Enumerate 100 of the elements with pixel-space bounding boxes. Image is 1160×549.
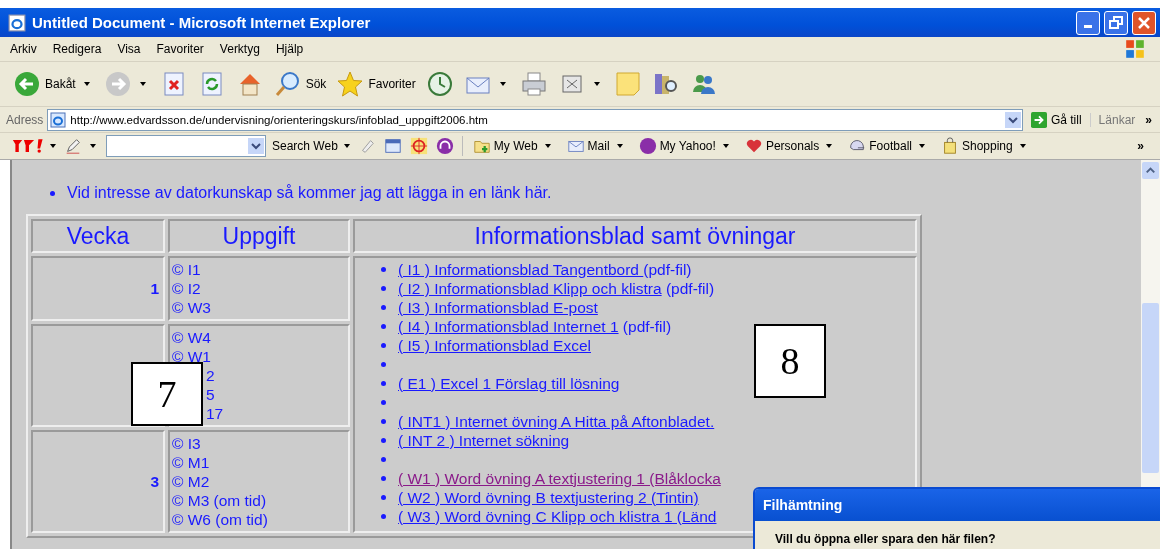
intro-text: Vid intresse av datorkunskap så kommer jag att lägga in en länk här. — [67, 184, 552, 202]
close-button[interactable] — [1132, 10, 1156, 35]
dropdown-caret-icon — [721, 142, 730, 150]
bullet-icon — [381, 400, 386, 405]
column-header: Uppgift — [168, 219, 350, 253]
dropdown-caret-icon — [615, 142, 624, 150]
document-link[interactable]: ( I4 ) Informationsblad Internet 1 — [398, 317, 619, 335]
week-number: 3 — [150, 472, 159, 490]
dialog-question: Vill du öppna eller spara den här filen? — [775, 532, 996, 546]
address-label: Adress — [6, 112, 44, 127]
dropdown-caret-icon — [1018, 142, 1027, 150]
circle-icon — [638, 137, 657, 155]
menu-item[interactable]: Hjälp — [275, 42, 304, 56]
minimize-button[interactable] — [1076, 10, 1100, 35]
document-link[interactable]: ( I5 ) Informationsblad Excel — [398, 336, 591, 354]
sticky-note-icon — [613, 70, 642, 98]
document-link[interactable]: ( W1 ) Word övning A textjustering 1 (Blåklocka — [398, 469, 721, 487]
bullet-icon — [381, 267, 386, 272]
task-link[interactable]: © I2 — [172, 279, 201, 298]
column-header: Informationsblad samt övningar — [353, 219, 917, 253]
menu-item[interactable]: Verktyg — [219, 42, 260, 56]
window-title: Untitled Document - Microsoft Internet Explorer — [32, 14, 372, 31]
headphones-icon — [435, 137, 454, 155]
bullet-icon — [381, 343, 386, 348]
star-icon — [336, 70, 365, 98]
task-link[interactable]: © W3 — [172, 298, 211, 317]
minimize-icon — [1084, 25, 1092, 28]
bullet-icon — [381, 457, 386, 462]
bullet-icon — [381, 514, 386, 519]
address-field[interactable]: http://www.edvardsson.de/undervisning/orienteringskurs/infoblad_uppgift2006.htm — [47, 108, 1023, 131]
windows-flag-icon — [1124, 38, 1146, 60]
dropdown-caret-icon — [543, 142, 552, 150]
restore-button[interactable] — [1104, 10, 1128, 35]
menu-item[interactable]: Redigera — [52, 42, 102, 56]
document-link[interactable]: ( W2 ) Word övning B textjustering 2 (Tintin) — [398, 488, 699, 506]
document-link[interactable]: ( I2 ) Informationsblad Klipp och klistra — [398, 279, 662, 297]
menu-item[interactable]: Visa — [117, 42, 141, 56]
page-icon — [50, 111, 67, 128]
document-link[interactable]: ( INT1 ) Internet övning A Hitta på Aftonbladet. — [398, 412, 715, 430]
links-label[interactable]: Länkar — [1089, 112, 1136, 127]
dialog-title: Filhämtning — [755, 489, 1160, 521]
dropdown-caret-icon — [917, 142, 926, 150]
clock-icon — [425, 70, 454, 98]
task-link[interactable]: 2 — [206, 366, 215, 385]
go-button[interactable]: Gå till — [1022, 111, 1090, 128]
bullet-icon — [381, 419, 386, 424]
dropdown-caret-icon — [825, 142, 834, 150]
bullet-icon — [381, 324, 386, 329]
task-link[interactable]: © W6 (om tid) — [172, 510, 268, 529]
more-chevron[interactable]: » — [1137, 139, 1144, 153]
callout-label: 7 — [131, 362, 203, 426]
task-link[interactable]: 5 — [206, 385, 215, 404]
document-link[interactable]: ( INT 2 ) Internet sökning — [398, 431, 570, 449]
pencil-icon — [64, 137, 82, 155]
bullet-icon — [381, 438, 386, 443]
bullet-icon — [381, 495, 386, 500]
toolbar-button[interactable]: Favoriter — [331, 70, 421, 98]
menu-item[interactable]: Favoriter — [156, 42, 204, 56]
task-link[interactable]: © M2 — [172, 472, 210, 491]
heart-icon — [744, 137, 763, 155]
yahoo-toolbar-button[interactable]: Mail — [560, 137, 633, 155]
file-type-note: (pdf-fil) — [664, 279, 715, 297]
callout-label: 8 — [754, 324, 826, 398]
document-link[interactable]: ( W3 ) Word övning C Klipp och klistra 1 (Länd — [398, 507, 717, 525]
yahoo-toolbar-button[interactable]: My Web — [466, 137, 561, 155]
yahoo-toolbar-button[interactable]: Shopping — [934, 137, 1036, 155]
task-link[interactable]: 17 — [206, 404, 224, 423]
week-number: 1 — [150, 279, 159, 297]
scroll-thumb[interactable] — [1142, 303, 1159, 473]
file-type-note: (pdf-fil) — [621, 317, 672, 335]
task-link[interactable]: © M1 — [172, 453, 210, 472]
browser-icon — [8, 13, 26, 32]
dropdown-caret-icon — [49, 142, 57, 150]
toolbar-button[interactable]: Sök — [268, 70, 332, 98]
bullet-icon — [381, 305, 386, 310]
document-link[interactable]: ( I1 ) Informationsblad Tangentbord — [398, 260, 644, 278]
document-link[interactable]: ( E1 ) Excel 1 Förslag till lösning — [398, 374, 620, 392]
search-icon — [273, 70, 302, 98]
bullet-icon — [50, 190, 55, 196]
menu-item[interactable]: Arkiv — [10, 42, 37, 56]
search-field[interactable] — [106, 135, 266, 157]
yahoo-toolbar-button[interactable]: Football — [842, 137, 935, 155]
more-chevron[interactable]: » — [1135, 112, 1160, 127]
column-header: Vecka — [31, 219, 165, 253]
document-link[interactable]: ( I3 ) Informationsblad E-post — [398, 298, 598, 316]
task-link[interactable]: © I1 — [172, 260, 201, 279]
window-icon — [383, 137, 402, 155]
bullet-icon — [381, 286, 386, 291]
bullet-icon — [381, 476, 386, 481]
yahoo-toolbar-button[interactable]: Personals — [738, 137, 843, 155]
task-link[interactable]: © W4 — [172, 328, 211, 347]
yahoo-toolbar-button[interactable]: My Yahoo! — [632, 137, 739, 155]
task-link[interactable]: © I3 — [172, 434, 201, 453]
task-link[interactable]: © M3 (om tid) — [172, 491, 267, 510]
file-type-note: (pdf-fil) — [643, 260, 692, 278]
yahoo-logo-icon — [12, 136, 46, 156]
scroll-up-icon — [1142, 162, 1159, 179]
toolbar-button[interactable]: Bakåt — [8, 70, 99, 98]
printer-icon — [519, 70, 548, 98]
dropdown-caret-icon — [89, 142, 97, 150]
